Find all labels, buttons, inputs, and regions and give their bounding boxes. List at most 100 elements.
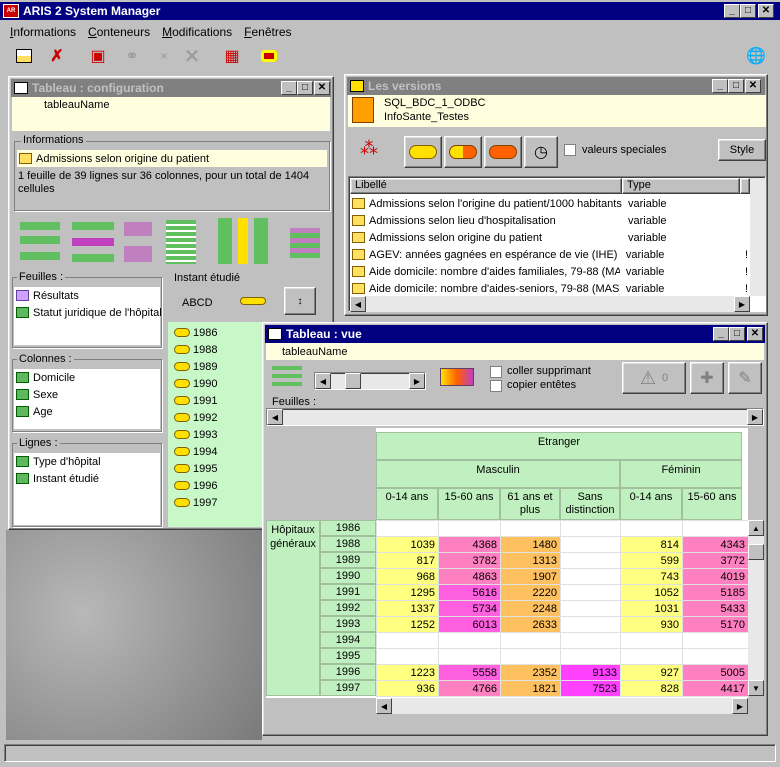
minimize-button[interactable]: _: [724, 4, 740, 18]
large-close-icon[interactable]: ✕: [180, 44, 204, 68]
grid-cell[interactable]: [560, 600, 621, 617]
list-item[interactable]: 1997: [170, 494, 217, 511]
grid-cell[interactable]: [376, 648, 439, 665]
grid-cell[interactable]: 743: [620, 568, 683, 585]
menu-fenetres[interactable]: Fenêtres: [244, 25, 291, 39]
yellow-pill-button[interactable]: [404, 136, 442, 168]
tool-button[interactable]: ✎: [728, 362, 762, 394]
globe-icon[interactable]: 🌐: [744, 44, 768, 68]
header-masculin[interactable]: Masculin: [376, 460, 620, 488]
list-item[interactable]: 1993: [170, 426, 217, 443]
grid-cell[interactable]: [682, 520, 749, 537]
grid-cell[interactable]: [620, 648, 683, 665]
grid-cell[interactable]: 5005: [682, 664, 749, 681]
list-item[interactable]: 1988: [170, 341, 217, 358]
versions-vscroll[interactable]: [750, 178, 766, 296]
close-button[interactable]: ✕: [758, 4, 774, 18]
row-header[interactable]: 1990: [320, 568, 376, 584]
clock-button[interactable]: ◷: [524, 136, 558, 168]
list-item[interactable]: 1989: [170, 358, 217, 375]
config-minimize-button[interactable]: _: [281, 81, 297, 95]
table-row[interactable]: AGEV: années gagnées en espérance de vie…: [350, 246, 748, 263]
grid-cell[interactable]: [560, 584, 621, 601]
grid-hscroll[interactable]: [376, 698, 748, 714]
menu-conteneurs[interactable]: Conteneurs: [88, 25, 150, 39]
grid-cell[interactable]: [500, 648, 561, 665]
grid-cell[interactable]: 5433: [682, 600, 749, 617]
grid-cell[interactable]: [560, 568, 621, 585]
list-item[interactable]: Statut juridique de l'hôpital: [14, 304, 162, 321]
scroll-thumb[interactable]: [748, 544, 764, 560]
grid-cell[interactable]: 2352: [500, 664, 561, 681]
palette-icon[interactable]: [440, 368, 474, 386]
row-header[interactable]: 1995: [320, 648, 376, 664]
warning-button[interactable]: ⚠ 0: [622, 362, 686, 394]
list-item[interactable]: 1990: [170, 375, 217, 392]
grid-cell[interactable]: [682, 648, 749, 665]
header-etranger[interactable]: Etranger: [376, 432, 742, 460]
delete-icon[interactable]: ✗: [45, 44, 69, 68]
tag-icon[interactable]: [257, 44, 281, 68]
scroll-left-button[interactable]: ◀: [376, 698, 392, 714]
grid-down-icon[interactable]: [124, 222, 152, 262]
header-age[interactable]: 0-14 ans: [376, 488, 438, 520]
list-item[interactable]: 1994: [170, 443, 217, 460]
grid-cell[interactable]: [620, 632, 683, 649]
grid-cell[interactable]: 2248: [500, 600, 561, 617]
grid-cell[interactable]: 2633: [500, 616, 561, 633]
grid-cell[interactable]: 1052: [620, 584, 683, 601]
network-icon[interactable]: ⁂: [354, 138, 384, 166]
list-item[interactable]: Age: [14, 403, 160, 420]
grid-cell[interactable]: [500, 520, 561, 537]
list-item[interactable]: Résultats: [14, 287, 160, 304]
scroll-right-button[interactable]: ▶: [734, 296, 750, 312]
grid-cell[interactable]: 5558: [438, 664, 501, 681]
vue-minimize-button[interactable]: _: [713, 327, 729, 341]
list-item[interactable]: Domicile: [14, 369, 160, 386]
grid-cell[interactable]: 9133: [560, 664, 621, 681]
list-item[interactable]: 1995: [170, 460, 217, 477]
grid-cell[interactable]: [560, 648, 621, 665]
split-button[interactable]: ✚: [690, 362, 724, 394]
grid-cell[interactable]: 6013: [438, 616, 501, 633]
grid-cell[interactable]: 1295: [376, 584, 439, 601]
cube-icon[interactable]: ▣: [86, 44, 110, 68]
vue-maximize-button[interactable]: □: [729, 327, 745, 341]
scroll-left-button[interactable]: ◀: [350, 296, 366, 312]
grid-cell[interactable]: 1223: [376, 664, 439, 681]
grid-cell[interactable]: [560, 536, 621, 553]
header-feminin[interactable]: Féminin: [620, 460, 742, 488]
grid-cell[interactable]: [560, 520, 621, 537]
layout-icon[interactable]: [12, 44, 36, 68]
table-row[interactable]: Admissions selon origine du patient varia…: [350, 229, 748, 246]
grid-cell[interactable]: 7523: [560, 680, 621, 697]
special-values-checkbox[interactable]: [564, 144, 576, 156]
small-close-icon[interactable]: ×: [152, 44, 176, 68]
grid-cell[interactable]: 1313: [500, 552, 561, 569]
feuilles-scrollbar[interactable]: [266, 408, 764, 426]
layout-table-icon[interactable]: [290, 228, 320, 258]
row-header[interactable]: 1997: [320, 680, 376, 696]
row-header[interactable]: 1991: [320, 584, 376, 600]
style-button[interactable]: Style: [718, 139, 766, 161]
versions-minimize-button[interactable]: _: [712, 79, 728, 93]
grid-cell[interactable]: 936: [376, 680, 439, 697]
grid-cell[interactable]: 1337: [376, 600, 439, 617]
grid-cell[interactable]: 4417: [682, 680, 749, 697]
grid-cell[interactable]: [682, 632, 749, 649]
row-header[interactable]: 1989: [320, 552, 376, 568]
filter-icon[interactable]: [72, 222, 114, 262]
list-item[interactable]: 1991: [170, 392, 217, 409]
table-row[interactable]: Admissions selon lieu d'hospitalisation v…: [350, 212, 748, 229]
link-icon[interactable]: ⚭: [120, 44, 144, 68]
copier-checkbox[interactable]: [490, 380, 502, 392]
scroll-right-button[interactable]: ▶: [732, 698, 748, 714]
list-item[interactable]: Sexe: [14, 386, 160, 403]
grid-cell[interactable]: 817: [376, 552, 439, 569]
grid-cell[interactable]: [500, 632, 561, 649]
config-name-field[interactable]: tableauName: [12, 97, 330, 131]
grid-cell[interactable]: [560, 552, 621, 569]
grid-cell[interactable]: 5170: [682, 616, 749, 633]
scroll-right-button[interactable]: ▶: [747, 409, 763, 425]
versions-hscroll[interactable]: [350, 296, 750, 312]
